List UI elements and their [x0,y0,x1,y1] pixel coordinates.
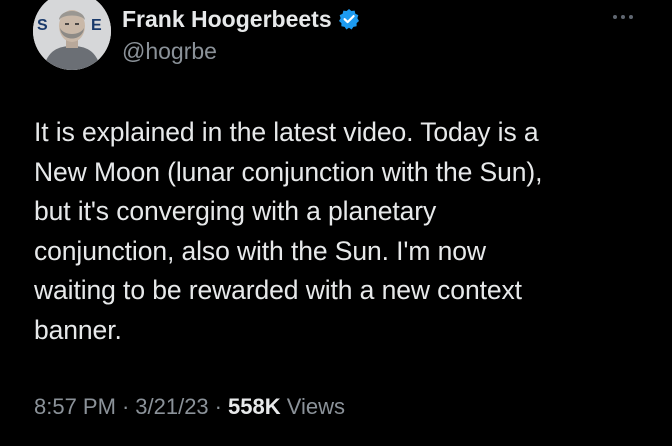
more-dot [621,15,625,19]
tweet-text-line: It is explained in the latest video. Tod… [34,117,539,147]
verified-badge-icon [338,8,360,30]
tweet-text: It is explained in the latest video. Tod… [34,113,644,350]
tweet-text-line: banner. [34,314,122,345]
avatar-sign-letter: S [37,17,48,34]
author-info: Frank Hoogerbeets @hogrbe [122,4,592,65]
author-handle[interactable]: @hogrbe [122,38,592,65]
tweet-text-line: conjunction, also with the Sun. I'm now [34,235,486,266]
display-name[interactable]: Frank Hoogerbeets [122,6,332,33]
more-dot [629,15,633,19]
views-label: Views [286,394,346,419]
tweet-text-line: waiting to be rewarded with a new contex… [34,275,522,305]
author-name-row: Frank Hoogerbeets [122,4,592,34]
tweet-text-line: but it's converging with a planetary [34,196,437,226]
tweet-text-line: New Moon (lunar conjunction with the Sun… [34,156,543,187]
avatar-sign-letter-2: E [91,17,102,34]
tweet: S E Frank Hoogerbeets @hogrbe It is expl… [0,0,672,446]
avatar[interactable]: S E [33,0,111,70]
tweet-time[interactable]: 8:57 PM [34,394,116,419]
more-options-icon[interactable] [606,6,640,28]
tweet-meta: 8:57 PM · 3/21/23 · 558K Views [34,394,345,420]
more-dot [613,15,617,19]
views-count: 558K [228,394,281,419]
tweet-date[interactable]: 3/21/23 [135,394,208,419]
meta-separator: · [121,394,130,419]
meta-separator: · [214,394,222,419]
